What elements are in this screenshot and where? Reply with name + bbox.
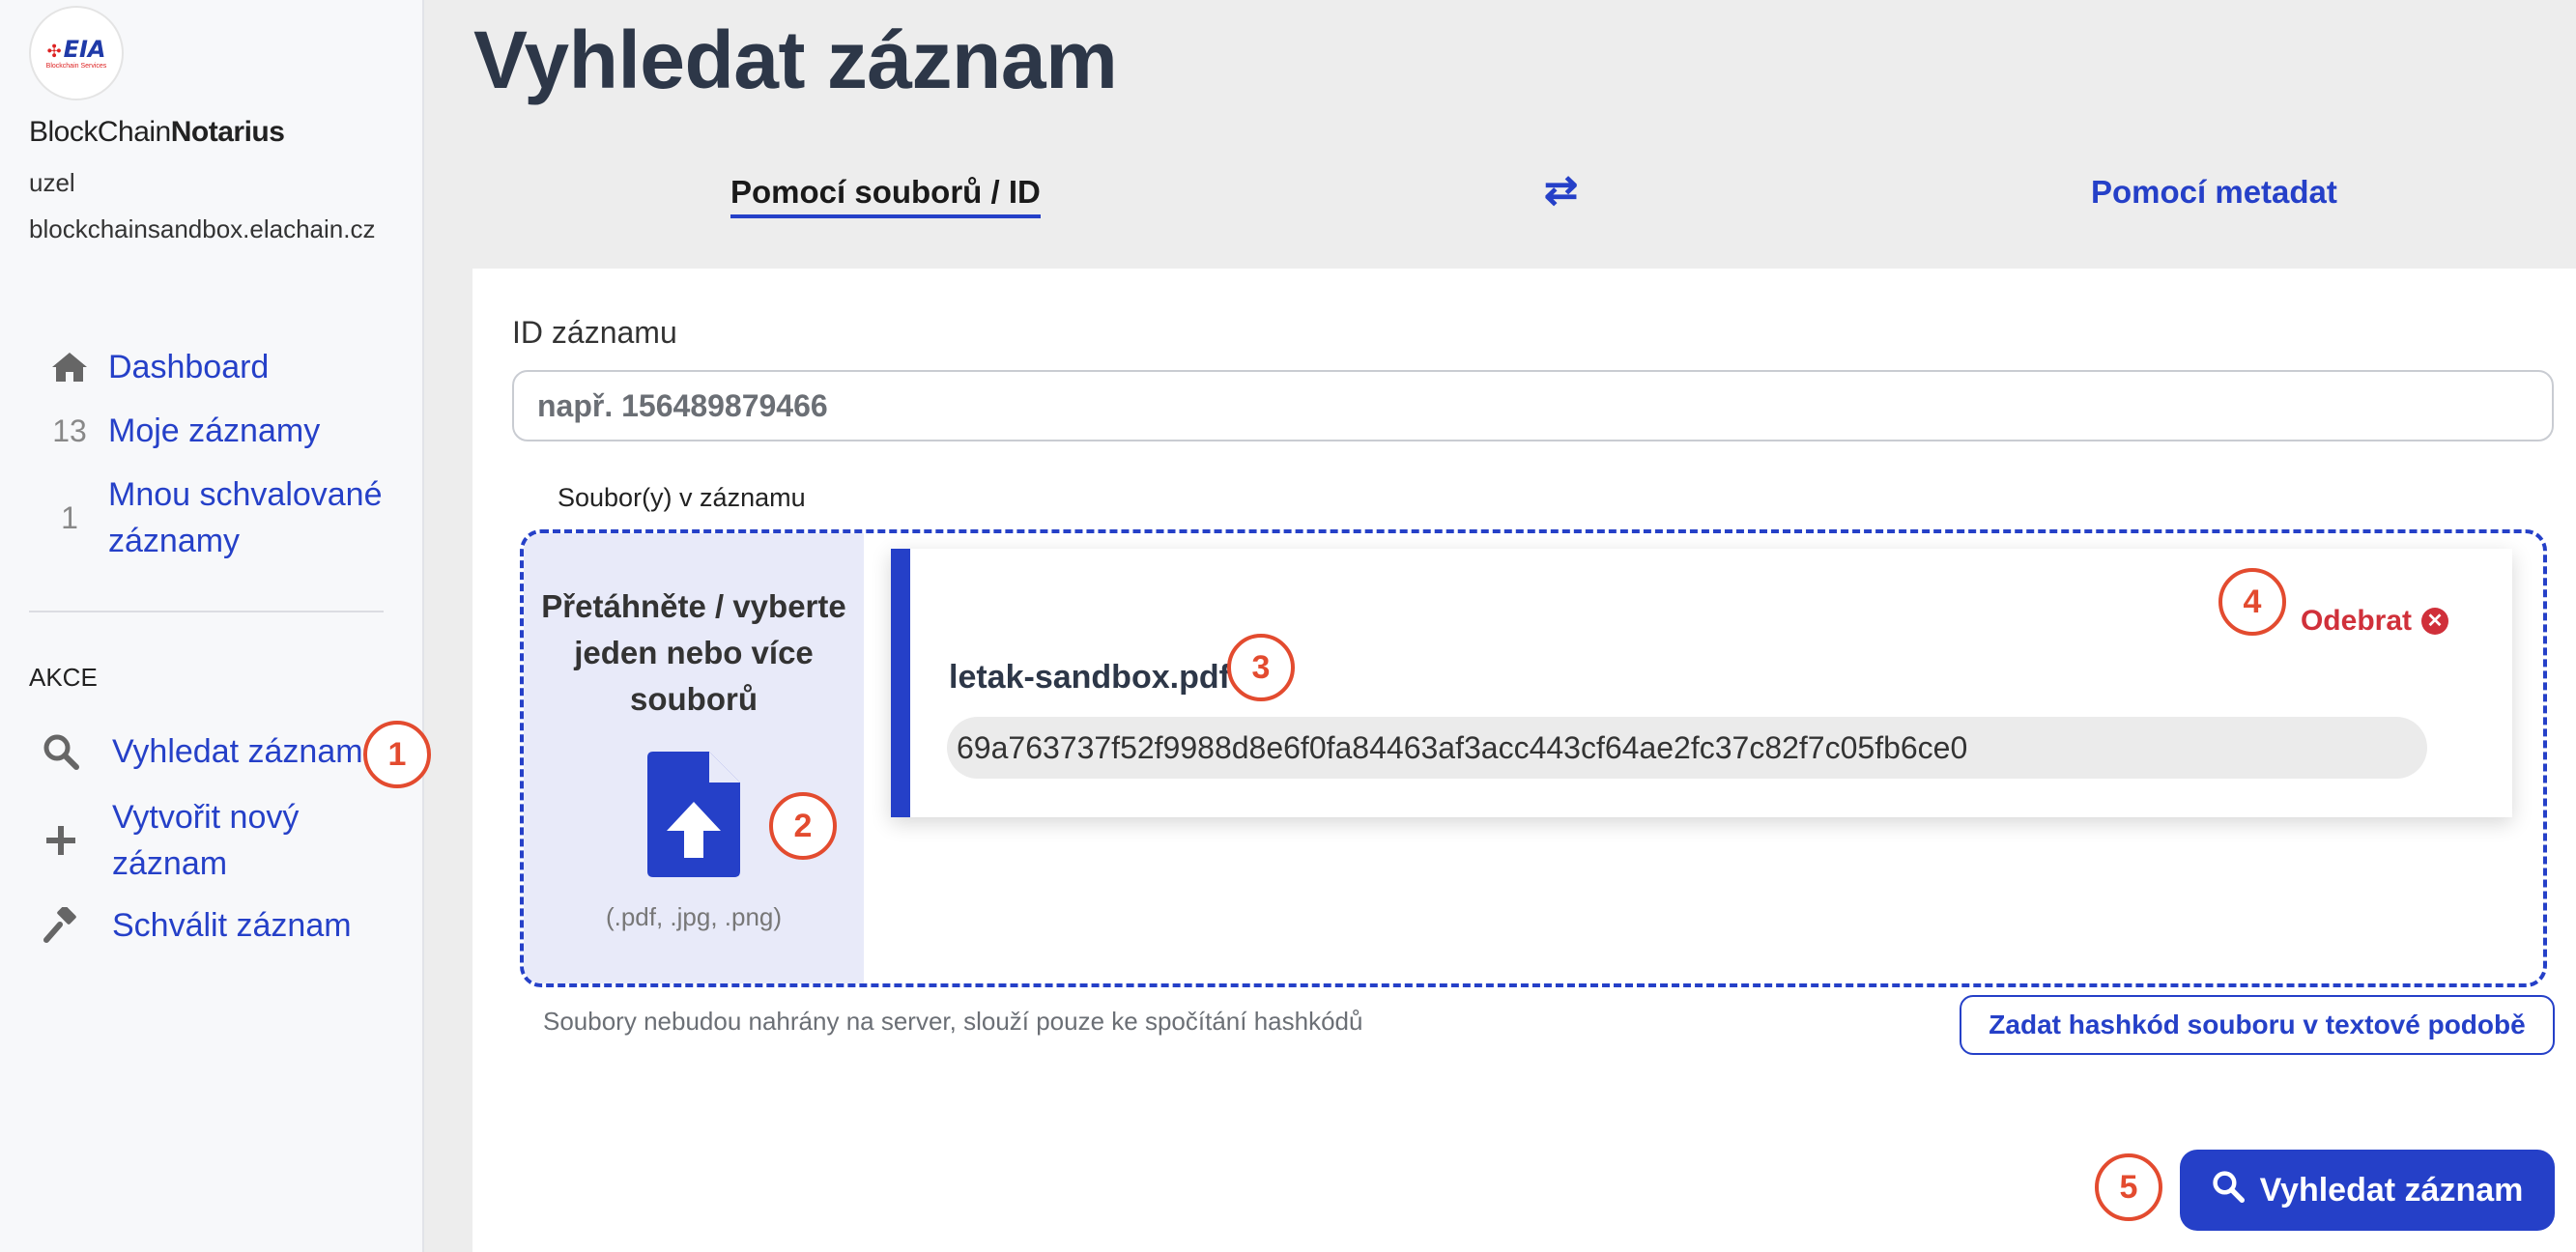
section-label-actions: AKCE	[29, 663, 98, 692]
logo-text: EIA	[63, 35, 106, 63]
swap-arrows-icon[interactable]: ⇄	[1544, 166, 1578, 213]
plus-icon	[37, 794, 85, 887]
logo-subtext: Blockchain Services	[45, 62, 107, 70]
action-create-record[interactable]: Vytvořit nový záznam	[37, 794, 385, 887]
sidebar: ✣EIA Blockchain Services BlockChainNotar…	[0, 0, 424, 1252]
close-circle-icon: ✕	[2421, 608, 2448, 635]
record-id-input[interactable]	[512, 370, 2554, 441]
nav-item-approved-records[interactable]: 1 Mnou schvalované záznamy	[43, 471, 390, 564]
nav-count: 1	[61, 500, 78, 535]
home-icon	[43, 344, 97, 390]
nav-item-my-records[interactable]: 13 Moje záznamy	[43, 408, 320, 454]
upload-note: Soubory nebudou nahrány na server, slouž…	[543, 1007, 1363, 1036]
sidebar-divider	[29, 611, 384, 612]
tab-metadata[interactable]: Pomocí metadat	[2091, 174, 2337, 211]
annotation-marker: 3	[1227, 634, 1295, 701]
file-hash: 69a763737f52f9988d8e6f0fa84463af3acc443c…	[947, 717, 2427, 779]
file-dropzone[interactable]: Přetáhněte / vyberte jeden nebo více sou…	[524, 533, 864, 983]
file-name: letak-sandbox.pdf	[949, 659, 1230, 696]
nav-label: Moje záznamy	[108, 413, 321, 449]
nav-label: Mnou schvalované záznamy	[108, 476, 383, 559]
search-button-label: Vyhledat záznam	[2259, 1171, 2524, 1209]
annotation-marker: 5	[2095, 1153, 2162, 1221]
annotation-marker: 1	[363, 721, 431, 788]
action-label: Schválit záznam	[112, 907, 352, 944]
tab-files-id[interactable]: Pomocí souborů / ID	[730, 174, 1041, 218]
nav-item-dashboard[interactable]: Dashboard	[43, 344, 269, 390]
dropzone-text: Přetáhněte / vyberte jeden nebo více sou…	[541, 588, 846, 717]
node-label: uzel	[29, 168, 75, 197]
action-label: Vytvořit nový záznam	[112, 799, 300, 882]
brand-name: BlockChainNotarius	[29, 116, 285, 148]
action-approve-record[interactable]: Schválit záznam	[37, 902, 352, 949]
node-host: blockchainsandbox.elachain.cz	[29, 214, 376, 243]
search-record-button[interactable]: Vyhledat záznam	[2180, 1150, 2555, 1231]
annotation-marker: 4	[2218, 568, 2286, 636]
gavel-icon	[37, 902, 85, 949]
nav-count: 13	[52, 413, 87, 448]
file-card-accent-bar	[891, 549, 910, 817]
action-search-record[interactable]: Vyhledat záznam	[37, 728, 363, 775]
page-title: Vyhledat záznam	[473, 14, 1118, 105]
annotation-marker: 2	[769, 792, 837, 860]
nav-label: Dashboard	[108, 349, 270, 385]
search-icon	[37, 728, 85, 775]
logo[interactable]: ✣EIA Blockchain Services	[29, 6, 124, 100]
search-icon	[2212, 1170, 2245, 1211]
dropzone-file-types: (.pdf, .jpg, .png)	[605, 902, 783, 931]
enter-hash-button[interactable]: Zadat hashkód souboru v textové podobě	[1960, 995, 2555, 1055]
remove-label: Odebrat	[2300, 605, 2412, 637]
file-upload-icon	[647, 752, 740, 882]
files-label: Soubor(y) v záznamu	[558, 483, 806, 512]
record-id-label: ID záznamu	[512, 315, 677, 350]
logo-dots-icon: ✣	[46, 41, 62, 62]
action-label: Vyhledat záznam	[112, 733, 363, 770]
remove-file-button[interactable]: Odebrat ✕	[2301, 605, 2448, 638]
